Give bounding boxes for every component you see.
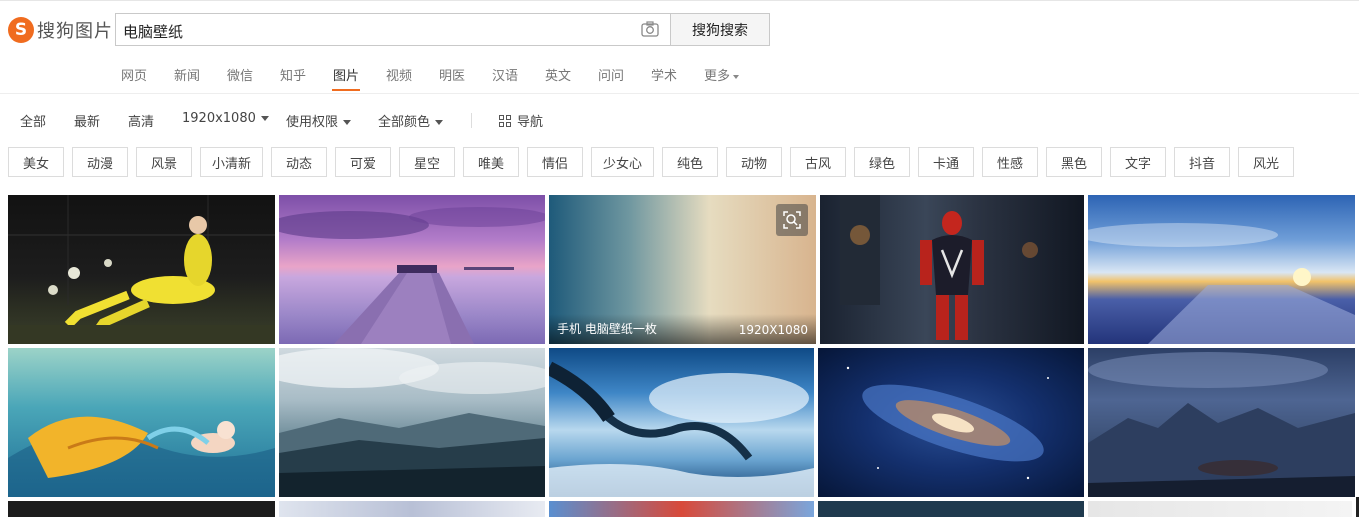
night-landscape-scene (1088, 352, 1355, 497)
tag-item[interactable]: 风景 (136, 147, 192, 177)
tag-item[interactable]: 唯美 (463, 147, 519, 177)
tag-item[interactable]: 动物 (726, 147, 782, 177)
chevron-down-icon (343, 120, 352, 125)
filter-hd[interactable]: 高清 (128, 111, 154, 130)
tag-item[interactable]: 小清新 (200, 147, 263, 177)
image-result-anime-tree[interactable] (549, 348, 814, 497)
divider (0, 93, 1359, 94)
nav-medical[interactable]: 明医 (439, 65, 465, 84)
tag-item[interactable]: 古风 (790, 147, 846, 177)
nav-wechat[interactable]: 微信 (227, 65, 253, 84)
filter-guide[interactable]: 导航 (499, 111, 543, 130)
chevron-down-icon (260, 116, 269, 121)
nav-images[interactable]: 图片 (333, 65, 359, 84)
image-result-row3-5[interactable] (1088, 501, 1352, 517)
image-result-row3-4[interactable] (818, 501, 1084, 517)
image-result-galaxy[interactable] (818, 348, 1084, 497)
image-result-night-landscape[interactable] (1088, 348, 1355, 497)
top-border (0, 0, 1359, 1)
mountains-scene (279, 348, 545, 497)
active-tab-indicator (332, 89, 360, 91)
filter-resolution[interactable]: 1920x1080 (182, 111, 269, 126)
tag-item[interactable]: 绿色 (854, 147, 910, 177)
zoom-button[interactable] (776, 204, 808, 236)
image-result-row3-2[interactable] (279, 501, 545, 517)
image-result-row3-3[interactable] (549, 501, 814, 517)
nav-hanyu[interactable]: 汉语 (492, 65, 518, 84)
image-result-soccer[interactable] (8, 195, 275, 344)
galaxy-scene (846, 366, 1049, 480)
nav-video[interactable]: 视频 (386, 65, 412, 84)
filter-all[interactable]: 全部 (20, 111, 46, 130)
tag-item[interactable]: 抖音 (1174, 147, 1230, 177)
image-result-pier[interactable] (279, 195, 545, 344)
zoom-search-icon (783, 211, 801, 229)
pier-scene (279, 207, 545, 344)
spiderman-scene (840, 195, 1038, 340)
tag-item[interactable]: 星空 (399, 147, 455, 177)
tag-item[interactable]: 情侣 (527, 147, 583, 177)
tag-item[interactable]: 美女 (8, 147, 64, 177)
soccer-scene (8, 195, 275, 344)
filter-bar: 全部 最新 高清 1920x1080 使用权限 全部颜色 导航 (0, 111, 1359, 131)
image-result-sunset-road[interactable] (1088, 195, 1355, 344)
filter-color[interactable]: 全部颜色 (378, 111, 444, 130)
filter-license[interactable]: 使用权限 (286, 111, 352, 130)
nav-zhihu[interactable]: 知乎 (280, 65, 306, 84)
image-result-row3-1[interactable] (8, 501, 275, 517)
logo-text: 搜狗图片 (37, 21, 113, 42)
tag-item[interactable]: 黑色 (1046, 147, 1102, 177)
chevron-down-icon (435, 120, 444, 125)
nav-more-label: 更多 (704, 69, 731, 84)
image-title: 手机 电脑壁纸一枚 (557, 322, 657, 336)
nav-scholar[interactable]: 学术 (651, 65, 677, 84)
tag-item[interactable]: 少女心 (591, 147, 654, 177)
tag-list: 美女 动漫 风景 小清新 动态 可爱 星空 唯美 情侣 少女心 纯色 动物 古风… (0, 147, 1359, 177)
nav-news[interactable]: 新闻 (174, 65, 200, 84)
grid-icon (499, 115, 511, 127)
image-result-spiderman[interactable] (820, 195, 1084, 344)
tag-item[interactable]: 动漫 (72, 147, 128, 177)
filter-divider (471, 113, 472, 128)
tag-item[interactable]: 文字 (1110, 147, 1166, 177)
mermaid-scene (8, 416, 275, 497)
camera-icon[interactable] (641, 21, 659, 37)
filter-license-label: 使用权限 (286, 115, 339, 130)
filter-color-label: 全部颜色 (378, 115, 431, 130)
nav-english[interactable]: 英文 (545, 65, 571, 84)
tag-item[interactable]: 可爱 (335, 147, 391, 177)
tag-item[interactable]: 性感 (982, 147, 1038, 177)
tag-item[interactable]: 纯色 (662, 147, 718, 177)
nav-wenwen[interactable]: 问问 (598, 65, 624, 84)
anime-tree-scene (549, 361, 814, 497)
image-result-mountains[interactable] (279, 348, 545, 497)
nav-more[interactable]: 更多 (704, 65, 740, 84)
image-resolution: 1920X1080 (738, 323, 808, 337)
tag-item[interactable]: 动态 (271, 147, 327, 177)
vertical-nav: 网页 新闻 微信 知乎 图片 视频 明医 汉语 英文 问问 学术 更多 (0, 64, 1359, 94)
sunset-road-scene (1088, 223, 1355, 344)
image-result-gradient[interactable]: 手机 电脑壁纸一枚 1920X1080 (549, 195, 816, 344)
search-input[interactable]: 电脑壁纸 (123, 21, 183, 42)
chevron-down-icon (733, 74, 740, 79)
logo-mark: S (8, 17, 34, 43)
search-box[interactable]: 电脑壁纸 (115, 13, 670, 46)
image-result-mermaid[interactable] (8, 348, 275, 497)
filter-resolution-label: 1920x1080 (182, 111, 256, 126)
search-button[interactable]: 搜狗搜索 (670, 13, 770, 46)
sogou-logo[interactable]: S 搜狗图片 (8, 16, 113, 44)
tag-item[interactable]: 卡通 (918, 147, 974, 177)
tag-item[interactable]: 风光 (1238, 147, 1294, 177)
filter-latest[interactable]: 最新 (74, 111, 100, 130)
nav-web[interactable]: 网页 (121, 65, 147, 84)
filter-guide-label: 导航 (517, 115, 544, 130)
